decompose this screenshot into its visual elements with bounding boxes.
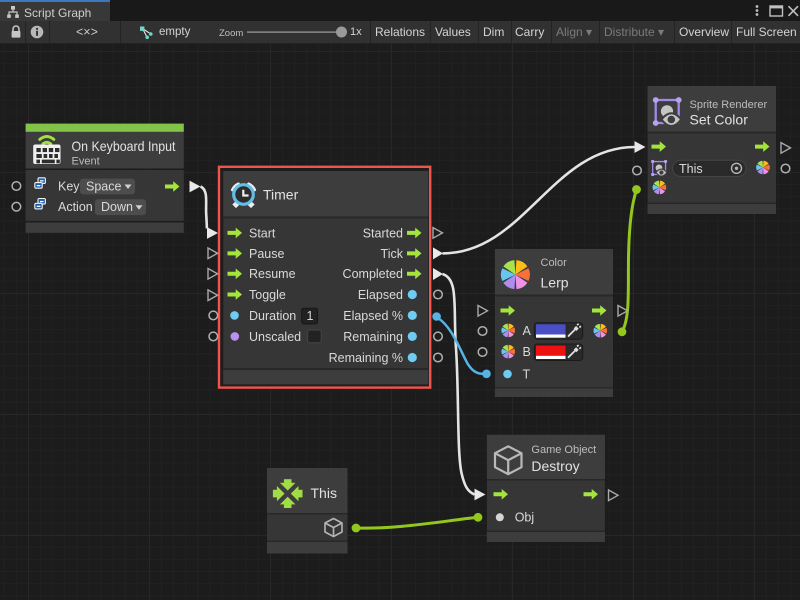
svg-text:Timer: Timer	[263, 187, 299, 203]
svg-text:Game Object: Game Object	[531, 444, 596, 456]
svg-text:Destroy: Destroy	[531, 458, 579, 474]
svg-text:Completed: Completed	[343, 267, 403, 281]
svg-text:Start: Start	[249, 226, 276, 240]
svg-text:Remaining %: Remaining %	[329, 351, 403, 365]
svg-text:Space: Space	[86, 180, 121, 194]
svg-text:Duration: Duration	[249, 309, 296, 323]
svg-text:Key: Key	[58, 180, 80, 194]
svg-text:Toggle: Toggle	[249, 288, 286, 302]
svg-text:Elapsed: Elapsed	[358, 288, 403, 302]
svg-text:1: 1	[307, 309, 314, 323]
svg-text:This: This	[311, 485, 337, 501]
svg-text:Tick: Tick	[381, 247, 404, 261]
svg-text:Set Color: Set Color	[690, 112, 749, 128]
svg-text:Obj: Obj	[515, 511, 534, 525]
svg-text:Lerp: Lerp	[541, 275, 569, 291]
svg-text:Resume: Resume	[249, 267, 296, 281]
svg-text:Elapsed %: Elapsed %	[343, 309, 403, 323]
svg-text:T: T	[523, 367, 531, 381]
svg-text:Sprite Renderer: Sprite Renderer	[690, 99, 768, 111]
svg-text:This: This	[679, 162, 703, 176]
svg-text:Action: Action	[58, 200, 93, 214]
svg-text:On Keyboard Input: On Keyboard Input	[72, 138, 176, 154]
svg-text:B: B	[523, 345, 531, 359]
svg-text:Started: Started	[363, 226, 403, 240]
svg-text:Unscaled: Unscaled	[249, 330, 301, 344]
svg-text:Remaining: Remaining	[343, 330, 403, 344]
svg-text:Color: Color	[541, 257, 568, 269]
svg-text:Pause: Pause	[249, 247, 284, 261]
svg-text:Down: Down	[101, 200, 133, 214]
svg-text:Event: Event	[72, 156, 100, 168]
svg-text:A: A	[523, 324, 532, 338]
